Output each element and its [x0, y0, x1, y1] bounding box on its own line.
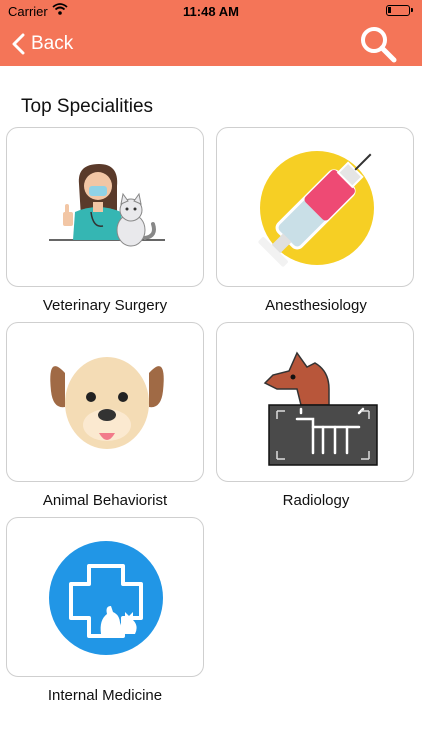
speciality-card-animal-behaviorist[interactable] [6, 322, 204, 482]
speciality-label: Veterinary Surgery [42, 297, 168, 314]
navigation-header: Carrier 11:48 AM Back [0, 0, 422, 66]
chevron-left-icon [12, 33, 25, 55]
speciality-label: Internal Medicine [47, 687, 163, 704]
dog-face-icon [50, 357, 164, 449]
medical-cross-pets-icon [49, 541, 163, 655]
clock: 11:48 AM [183, 4, 239, 19]
section-title: Top Specialities [21, 96, 154, 117]
veterinarian-with-cat-icon [49, 164, 165, 247]
dog-xray-icon [263, 351, 378, 466]
search-icon[interactable] [358, 24, 398, 64]
speciality-label: Anesthesiology [265, 297, 367, 314]
status-bar: Carrier 11:48 AM [0, 0, 422, 22]
battery-icon [386, 5, 413, 16]
syringe-icon [258, 151, 374, 267]
speciality-card-radiology[interactable] [216, 322, 414, 482]
speciality-card-internal-medicine[interactable] [6, 517, 204, 677]
speciality-label: Radiology [282, 492, 350, 509]
back-label: Back [31, 33, 74, 54]
speciality-card-anesthesiology[interactable] [216, 127, 414, 287]
back-button[interactable]: Back [12, 30, 73, 58]
speciality-card-veterinary-surgery[interactable] [6, 127, 204, 287]
speciality-label: Animal Behaviorist [42, 492, 168, 509]
